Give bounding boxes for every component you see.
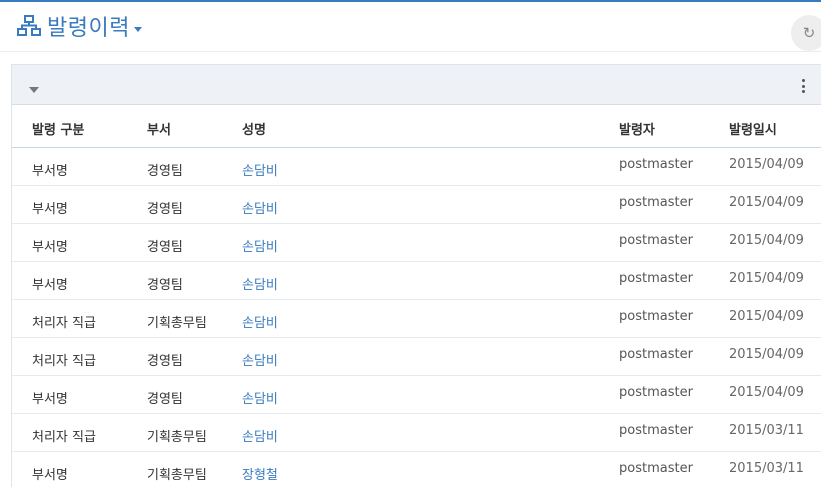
kebab-menu-icon[interactable]: [798, 79, 808, 93]
cell-date: 2015/04/09: [729, 157, 804, 172]
table-header: 발령 구분 부서 성명 발령자 발령일시: [12, 105, 821, 148]
cell-dept: 경영팀: [147, 392, 183, 407]
table-row: 처리자 직급 기획총무팀 손담비 postmaster 2015/03/11: [12, 414, 821, 452]
cell-dept: 경영팀: [147, 278, 183, 293]
cell-type: 처리자 직급: [32, 354, 96, 369]
table-row: 부서명 경영팀 손담비 postmaster 2015/04/09: [12, 186, 821, 224]
cell-name-link[interactable]: 장형철: [242, 464, 278, 483]
cell-issuer: postmaster: [619, 423, 693, 438]
table-row: 처리자 직급 경영팀 손담비 postmaster 2015/04/09: [12, 338, 821, 376]
cell-date: 2015/04/09: [729, 233, 804, 248]
org-chart-icon: [17, 15, 41, 36]
panel-toolbar: [12, 65, 821, 105]
history-panel: 발령 구분 부서 성명 발령자 발령일시 부서명 경영팀 손담비 postmas…: [11, 64, 821, 487]
cell-name-link[interactable]: 손담비: [242, 312, 278, 331]
table-row: 처리자 직급 기획총무팀 손담비 postmaster 2015/04/09: [12, 300, 821, 338]
cell-type: 부서명: [32, 468, 68, 483]
collapse-caret-icon[interactable]: [29, 87, 39, 93]
cell-date: 2015/03/11: [729, 423, 804, 438]
cell-date: 2015/04/09: [729, 309, 804, 324]
cell-date: 2015/04/09: [729, 347, 804, 362]
refresh-button[interactable]: ↻: [791, 15, 821, 51]
table-row: 부서명 경영팀 손담비 postmaster 2015/04/09: [12, 148, 821, 186]
cell-name-link[interactable]: 손담비: [242, 236, 278, 255]
cell-issuer: postmaster: [619, 385, 693, 400]
column-header-dept[interactable]: 부서: [147, 119, 171, 138]
cell-type: 부서명: [32, 202, 68, 217]
column-header-date[interactable]: 발령일시: [729, 119, 777, 138]
cell-name-link[interactable]: 손담비: [242, 198, 278, 217]
cell-issuer: postmaster: [619, 157, 693, 172]
table-row: 부서명 경영팀 손담비 postmaster 2015/04/09: [12, 224, 821, 262]
cell-type: 부서명: [32, 278, 68, 293]
cell-dept: 기획총무팀: [147, 468, 207, 483]
refresh-icon: ↻: [802, 24, 816, 42]
cell-issuer: postmaster: [619, 461, 693, 476]
column-header-name[interactable]: 성명: [242, 119, 266, 138]
cell-name-link[interactable]: 손담비: [242, 426, 278, 445]
cell-dept: 기획총무팀: [147, 316, 207, 331]
cell-date: 2015/04/09: [729, 195, 804, 210]
cell-issuer: postmaster: [619, 309, 693, 324]
cell-date: 2015/03/11: [729, 461, 804, 476]
cell-date: 2015/04/09: [729, 385, 804, 400]
cell-dept: 경영팀: [147, 354, 183, 369]
table-row: 부서명 기획총무팀 장형철 postmaster 2015/03/11: [12, 452, 821, 487]
cell-date: 2015/04/09: [729, 271, 804, 286]
column-header-type[interactable]: 발령 구분: [32, 119, 84, 138]
column-header-issuer[interactable]: 발령자: [619, 119, 655, 138]
cell-issuer: postmaster: [619, 233, 693, 248]
table-row: 부서명 경영팀 손담비 postmaster 2015/04/09: [12, 262, 821, 300]
cell-type: 처리자 직급: [32, 316, 96, 331]
cell-name-link[interactable]: 손담비: [242, 350, 278, 369]
cell-type: 부서명: [32, 240, 68, 255]
caret-down-icon[interactable]: [133, 26, 142, 32]
cell-name-link[interactable]: 손담비: [242, 274, 278, 293]
cell-dept: 경영팀: [147, 240, 183, 255]
cell-type: 부서명: [32, 392, 68, 407]
cell-dept: 경영팀: [147, 202, 183, 217]
cell-type: 부서명: [32, 164, 68, 179]
page-header: 발령이력 ↻: [0, 2, 821, 52]
cell-issuer: postmaster: [619, 271, 693, 286]
cell-dept: 기획총무팀: [147, 430, 207, 445]
cell-type: 처리자 직급: [32, 430, 96, 445]
page-title: 발령이력: [47, 16, 130, 41]
title-dropdown[interactable]: 발령이력: [17, 10, 142, 42]
cell-issuer: postmaster: [619, 347, 693, 362]
cell-name-link[interactable]: 손담비: [242, 160, 278, 179]
cell-dept: 경영팀: [147, 164, 183, 179]
table-row: 부서명 경영팀 손담비 postmaster 2015/04/09: [12, 376, 821, 414]
cell-name-link[interactable]: 손담비: [242, 388, 278, 407]
cell-issuer: postmaster: [619, 195, 693, 210]
